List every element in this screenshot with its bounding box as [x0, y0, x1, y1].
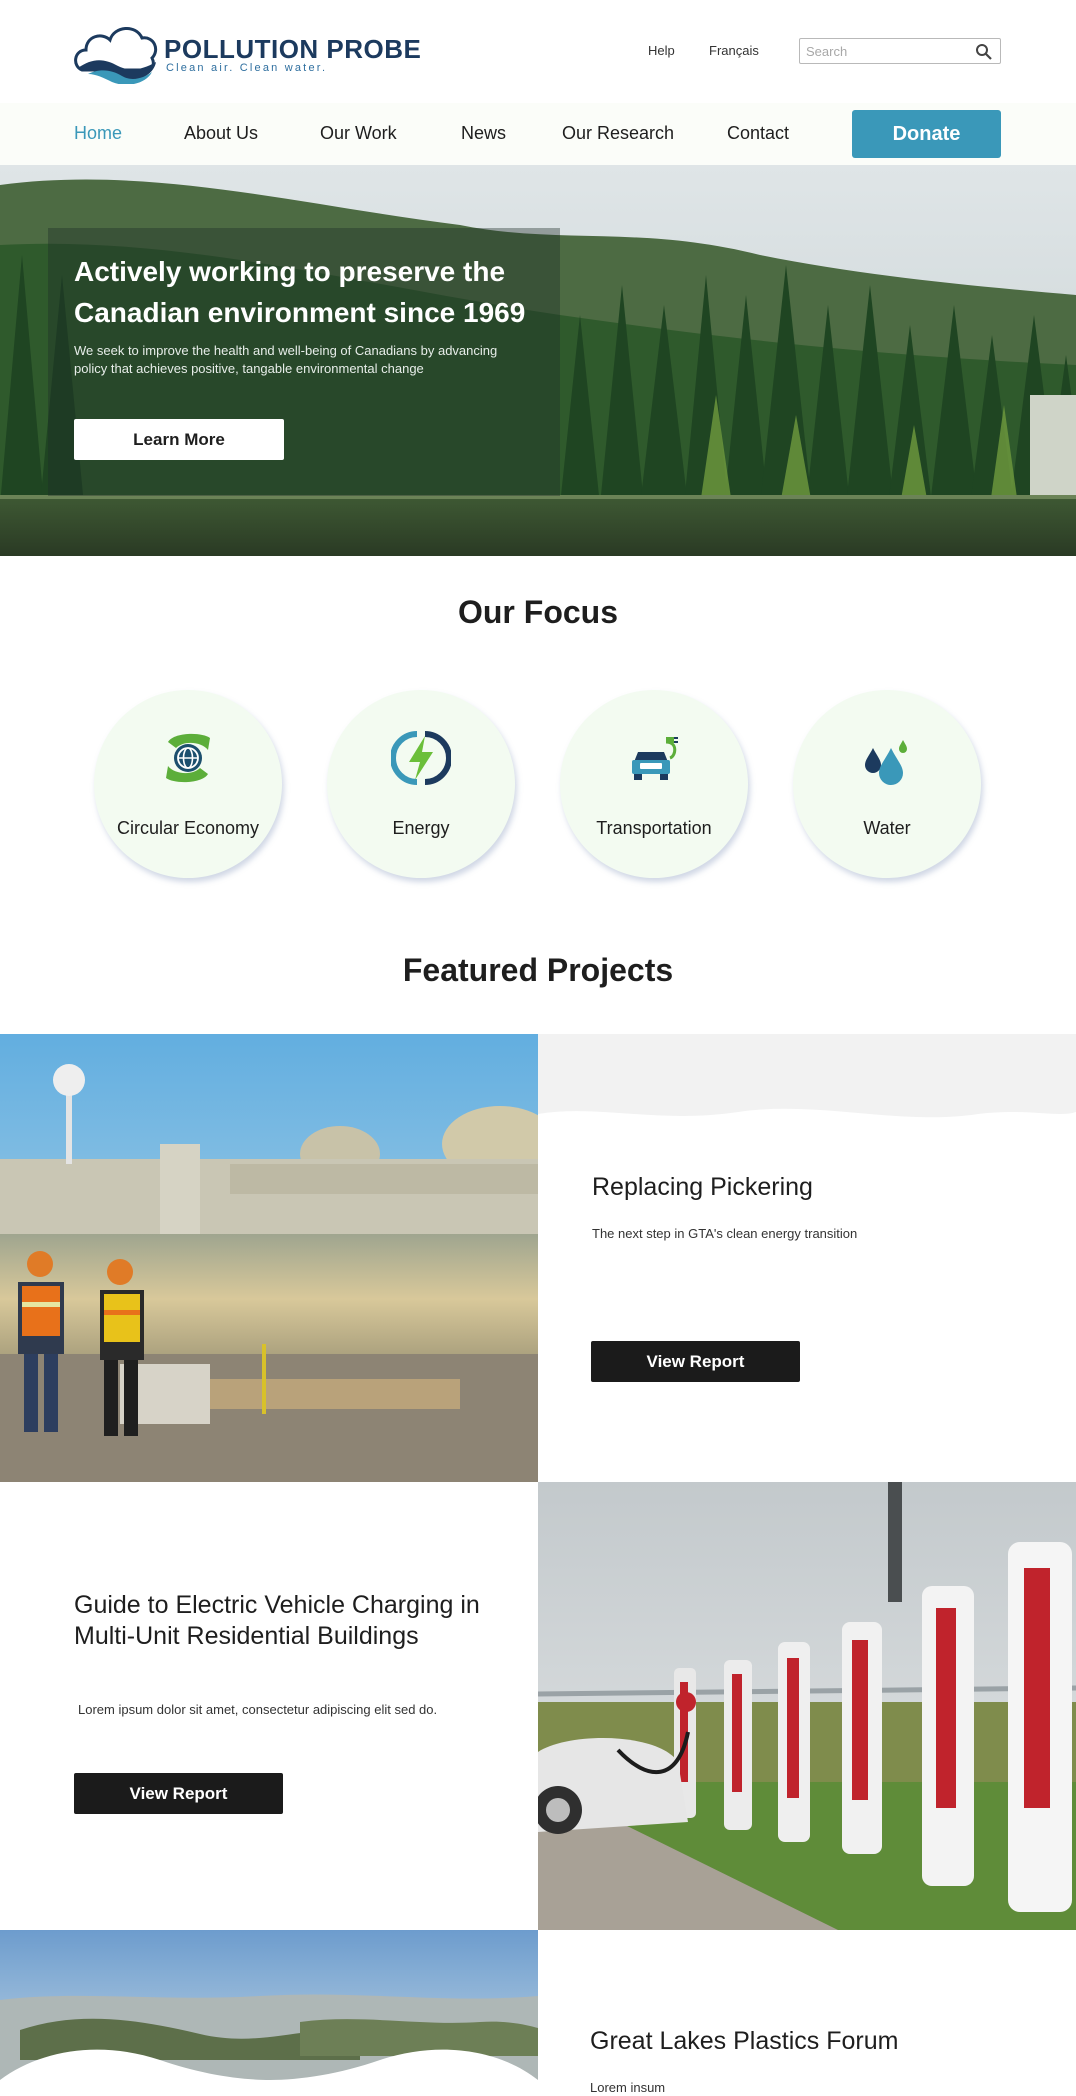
donate-button[interactable]: Donate: [852, 110, 1001, 158]
focus-card-energy[interactable]: Energy: [327, 690, 515, 878]
ev-charging-stations-photo: [538, 1482, 1076, 1930]
project-title: Replacing Pickering: [592, 1173, 813, 1201]
project-image-replacing-pickering: [0, 1034, 538, 1482]
water-drops-icon: [865, 740, 907, 785]
language-toggle-link[interactable]: Français: [709, 43, 759, 58]
charging-stall: [778, 1642, 810, 1842]
nav-item-about-us[interactable]: About Us: [184, 123, 258, 144]
recycle-globe-icon: [166, 733, 210, 783]
focus-card-water[interactable]: Water: [793, 690, 981, 878]
project-description: Lorem ipsum dolor sit amet, consectetur …: [78, 1702, 438, 1717]
focus-card-circular-economy[interactable]: Circular Economy: [94, 690, 282, 878]
cloud-wave-logo-icon: [74, 27, 158, 84]
nav-item-home[interactable]: Home: [74, 123, 122, 144]
project-title: Guide to Electric Vehicle Charging in Mu…: [74, 1591, 480, 1650]
search-icon[interactable]: [975, 43, 993, 61]
project-image-great-lakes: [0, 1930, 538, 2096]
project-card-ev-charging-guide: Guide to Electric Vehicle Charging in Mu…: [0, 1482, 538, 1930]
hero-title: Actively working to preserve the Canadia…: [74, 256, 526, 328]
focus-heading: Our Focus: [457, 594, 618, 630]
charging-stall: [842, 1622, 882, 1854]
focus-label: Transportation: [596, 818, 712, 838]
nav-item-contact[interactable]: Contact: [727, 123, 789, 144]
help-link[interactable]: Help: [648, 43, 675, 58]
project-title: Great Lakes Plastics Forum: [590, 2027, 899, 2055]
hero-subtitle: We seek to improve the health and well-b…: [74, 343, 498, 376]
focus-label: Water: [863, 818, 911, 838]
charging-stall: [1008, 1542, 1072, 1912]
focus-card-transportation[interactable]: Transportation: [560, 690, 748, 878]
hero-banner: Actively working to preserve the Canadia…: [0, 165, 1076, 556]
brand-tagline: Clean air. Clean water.: [166, 62, 328, 74]
view-report-button[interactable]: View Report: [591, 1341, 800, 1382]
nuclear-plant-workers-photo: [0, 1034, 538, 1482]
focus-label: Circular Economy: [116, 818, 260, 838]
brand-name: POLLUTION PROBE: [164, 34, 422, 64]
nav-item-our-work[interactable]: Our Work: [320, 123, 397, 144]
nav-item-news[interactable]: News: [461, 123, 506, 144]
focus-label: Energy: [392, 818, 450, 838]
search-input[interactable]: [806, 42, 966, 60]
great-lakes-aerial-photo: [0, 1930, 538, 2096]
nav-item-our-research[interactable]: Our Research: [562, 123, 674, 144]
project-card-replacing-pickering: Replacing Pickering The next step in GTA…: [538, 1034, 1076, 1482]
cloud-texture-decoration: [538, 1034, 1076, 1154]
site-logo[interactable]: POLLUTION PROBE Clean air. Clean water.: [74, 22, 421, 84]
featured-heading: Featured Projects: [402, 952, 674, 988]
electric-car-icon: [632, 737, 678, 780]
site-header: POLLUTION PROBE Clean air. Clean water. …: [0, 0, 1076, 103]
project-image-ev-charging: [538, 1482, 1076, 1930]
search-box: [799, 38, 1001, 64]
view-report-button[interactable]: View Report: [74, 1773, 283, 1814]
lightning-bolt-icon: [391, 731, 451, 785]
charging-stall: [724, 1660, 752, 1830]
main-nav: Home About Us Our Work News Our Research…: [0, 103, 1076, 165]
project-description: Lorem insum: [590, 2080, 666, 2095]
project-card-great-lakes: Great Lakes Plastics Forum Lorem insum: [538, 1930, 1076, 2096]
learn-more-button[interactable]: Learn More: [74, 419, 284, 460]
charging-stall: [922, 1586, 974, 1886]
project-description: The next step in GTA's clean energy tran…: [592, 1226, 858, 1241]
